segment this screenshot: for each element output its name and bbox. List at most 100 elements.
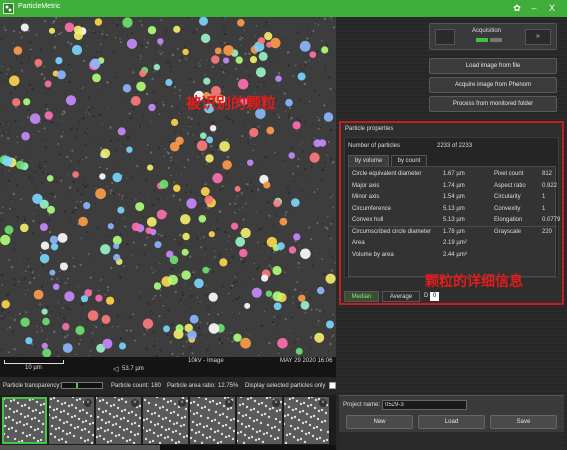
- detected-particle[interactable]: [95, 188, 106, 200]
- transparency-slider-thumb[interactable]: [76, 383, 78, 388]
- detected-particle[interactable]: [64, 291, 75, 302]
- detected-particle[interactable]: [33, 289, 44, 300]
- detected-particle[interactable]: [71, 44, 83, 56]
- acquire-from-phenom-button[interactable]: Acquire image from Phenom: [429, 77, 557, 93]
- detected-particle[interactable]: [314, 332, 325, 343]
- detected-particle[interactable]: [44, 111, 53, 120]
- detected-particle[interactable]: [75, 325, 85, 335]
- detected-particle[interactable]: [266, 126, 275, 135]
- detected-particle[interactable]: [169, 141, 180, 152]
- detected-particle[interactable]: [251, 287, 262, 298]
- detected-particle[interactable]: [222, 160, 232, 170]
- detected-particle[interactable]: [180, 214, 191, 225]
- detected-particle[interactable]: [165, 78, 173, 87]
- detected-particle[interactable]: [198, 215, 207, 223]
- detected-particle[interactable]: [257, 37, 266, 45]
- detected-particle[interactable]: [202, 266, 210, 274]
- detected-particle[interactable]: [240, 227, 251, 239]
- detected-particle[interactable]: [219, 141, 230, 152]
- detected-particle[interactable]: [87, 310, 99, 321]
- detected-particle[interactable]: [41, 308, 48, 315]
- detected-particle[interactable]: [187, 330, 197, 340]
- acquisition-prev-button[interactable]: [435, 29, 455, 45]
- detected-particle[interactable]: [142, 318, 154, 329]
- detected-particle[interactable]: [49, 269, 56, 276]
- detected-particle[interactable]: [41, 342, 48, 349]
- detected-particle[interactable]: [219, 258, 228, 267]
- detected-particle[interactable]: [173, 25, 181, 33]
- detected-particle[interactable]: [106, 296, 115, 305]
- detected-particle[interactable]: [52, 283, 60, 291]
- detected-particle[interactable]: [299, 40, 311, 52]
- detected-particle[interactable]: [95, 294, 103, 302]
- detected-particle[interactable]: [291, 198, 300, 207]
- detected-particle[interactable]: [316, 286, 325, 295]
- detected-particle[interactable]: [153, 64, 160, 71]
- detected-particle[interactable]: [50, 243, 59, 251]
- detected-particle[interactable]: [234, 185, 241, 192]
- detected-particle[interactable]: [62, 343, 73, 353]
- detected-particle[interactable]: [80, 295, 89, 303]
- detected-particle[interactable]: [171, 118, 179, 126]
- detected-particle[interactable]: [181, 248, 189, 256]
- detected-particle[interactable]: [167, 274, 178, 285]
- detected-particle[interactable]: [117, 206, 125, 214]
- remove-thumbnail-icon[interactable]: ×: [272, 399, 280, 407]
- detected-particle[interactable]: [237, 78, 249, 90]
- detected-particle[interactable]: [273, 199, 281, 208]
- detected-particle[interactable]: [153, 282, 162, 290]
- detected-particle[interactable]: [255, 67, 266, 78]
- detected-particle[interactable]: [175, 324, 184, 333]
- detected-particle[interactable]: [1, 300, 10, 309]
- detected-particle[interactable]: [2, 156, 13, 167]
- detected-particle[interactable]: [20, 23, 29, 32]
- detected-particle[interactable]: [196, 140, 208, 152]
- detected-particle[interactable]: [300, 248, 311, 260]
- detected-particle[interactable]: [47, 205, 55, 214]
- detected-particle[interactable]: [56, 70, 66, 80]
- detected-particle[interactable]: [78, 216, 88, 227]
- detected-particle[interactable]: [194, 278, 204, 289]
- detected-particle[interactable]: [298, 294, 306, 302]
- detected-particle[interactable]: [156, 209, 167, 220]
- detected-particle[interactable]: [208, 323, 220, 334]
- detected-particle[interactable]: [270, 37, 281, 49]
- detected-particle[interactable]: [295, 347, 303, 355]
- load-image-from-file-button[interactable]: Load image from file: [429, 58, 557, 74]
- image-thumbnail[interactable]: ×: [190, 397, 235, 444]
- detected-particle[interactable]: [146, 217, 157, 227]
- detected-particle[interactable]: [263, 181, 271, 189]
- acquisition-toggle[interactable]: [476, 38, 502, 42]
- detected-particle[interactable]: [279, 217, 288, 226]
- detected-particle[interactable]: [235, 56, 243, 64]
- detected-particle[interactable]: [189, 314, 199, 324]
- detected-particle[interactable]: [264, 32, 273, 41]
- thumbnail-scrollbar-thumb[interactable]: [0, 445, 160, 450]
- remove-thumbnail-icon[interactable]: ×: [319, 399, 327, 407]
- display-selected-checkbox[interactable]: [329, 382, 336, 389]
- remove-thumbnail-icon[interactable]: ×: [84, 399, 92, 407]
- detected-particle[interactable]: [233, 333, 242, 342]
- detected-particle[interactable]: [83, 202, 91, 210]
- detected-particle[interactable]: [101, 314, 111, 324]
- detected-particle[interactable]: [119, 342, 126, 350]
- detected-particle[interactable]: [0, 234, 11, 246]
- detected-particle[interactable]: [139, 69, 147, 77]
- detected-particle[interactable]: [29, 113, 41, 124]
- detected-particle[interactable]: [126, 146, 133, 153]
- detected-particle[interactable]: [32, 193, 43, 204]
- detected-particle[interactable]: [44, 80, 52, 88]
- detected-particle[interactable]: [117, 127, 126, 136]
- detected-particle[interactable]: [59, 262, 68, 271]
- detected-particle[interactable]: [206, 136, 214, 144]
- detected-particle[interactable]: [157, 38, 164, 45]
- detected-particle[interactable]: [266, 41, 273, 48]
- detected-particle[interactable]: [92, 73, 101, 83]
- detected-particle[interactable]: [292, 121, 301, 130]
- detected-particle[interactable]: [49, 235, 59, 244]
- detected-particle[interactable]: [181, 270, 191, 280]
- detected-particle[interactable]: [148, 103, 156, 112]
- detected-particle[interactable]: [131, 222, 141, 232]
- detected-particle[interactable]: [46, 175, 54, 182]
- detected-particle[interactable]: [309, 51, 317, 58]
